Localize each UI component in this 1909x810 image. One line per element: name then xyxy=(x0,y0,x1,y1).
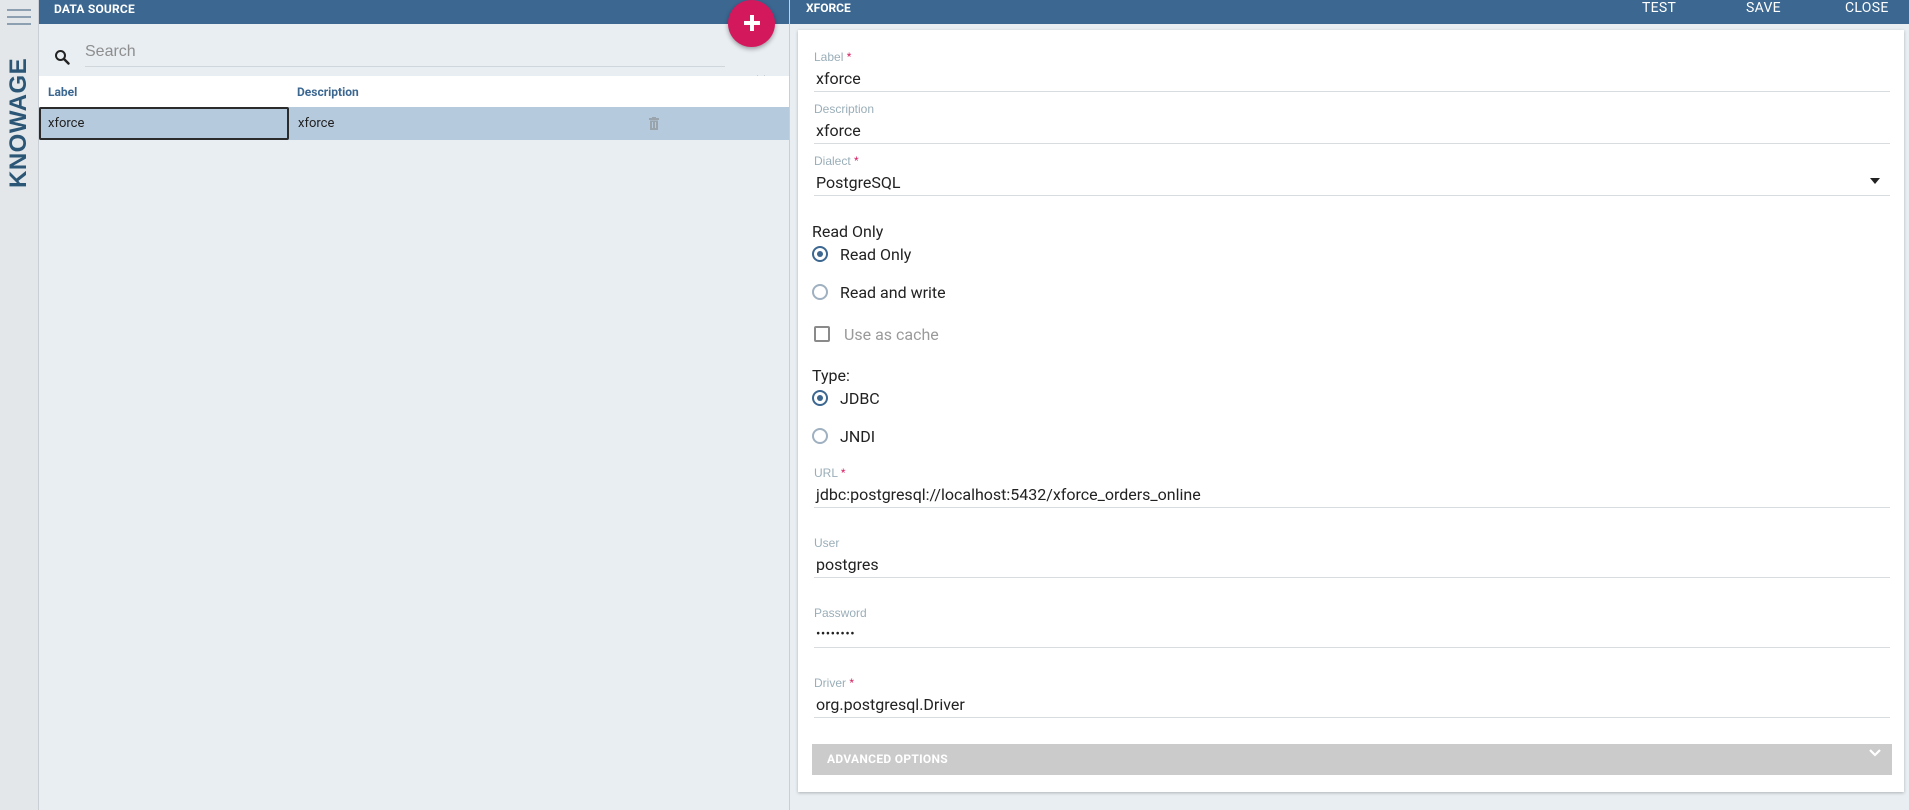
radio-read-and-write[interactable]: Read and write xyxy=(812,281,946,303)
use-as-cache-label: Use as cache xyxy=(844,324,939,344)
radio-read-only-label: Read Only xyxy=(840,244,912,264)
required-marker: * xyxy=(840,466,846,480)
search-input[interactable] xyxy=(85,38,725,67)
search-bar xyxy=(39,24,789,87)
radio-read-and-write-label: Read and write xyxy=(840,282,946,302)
chevron-down-icon[interactable] xyxy=(1870,178,1880,184)
data-source-detail-panel: XFORCE TEST SAVE CLOSE Label * xforce De… xyxy=(790,0,1909,810)
detail-toolbar: XFORCE TEST SAVE CLOSE xyxy=(790,0,1909,24)
trash-icon[interactable] xyxy=(649,117,659,130)
password-input[interactable]: •••••••• xyxy=(814,623,1890,648)
description-field-caption: Description xyxy=(814,102,875,116)
use-as-cache-checkbox[interactable]: Use as cache xyxy=(814,323,939,345)
radio-unchecked-icon[interactable] xyxy=(812,284,828,300)
advanced-options-toggle[interactable]: ADVANCED OPTIONS xyxy=(812,744,1892,775)
radio-jdbc-label: JDBC xyxy=(840,388,880,408)
dialect-select[interactable]: Dialect * PostgreSQL xyxy=(814,154,1890,196)
radio-checked-icon[interactable] xyxy=(812,246,828,262)
column-header-description[interactable]: Description xyxy=(289,76,359,107)
driver-field[interactable]: Driver * org.postgresql.Driver xyxy=(814,676,1890,718)
checkbox-unchecked-icon[interactable] xyxy=(814,326,830,342)
user-field-caption: User xyxy=(814,536,840,550)
type-section-title: Type: xyxy=(812,366,850,385)
chevron-down-icon[interactable] xyxy=(1868,748,1882,758)
read-only-section-title: Read Only xyxy=(812,222,884,241)
radio-jndi[interactable]: JNDI xyxy=(812,425,875,447)
hamburger-icon[interactable] xyxy=(7,9,31,27)
description-field[interactable]: Description xforce xyxy=(814,102,1890,144)
dialect-field-caption: Dialect xyxy=(814,154,851,168)
url-input[interactable]: jdbc:postgresql://localhost:5432/xforce_… xyxy=(814,483,1890,508)
required-marker: * xyxy=(849,676,855,690)
password-field[interactable]: Password •••••••• xyxy=(814,606,1890,648)
label-field-caption: Label xyxy=(814,50,844,64)
save-button[interactable]: SAVE xyxy=(1746,0,1781,16)
password-field-caption: Password xyxy=(814,606,867,620)
radio-checked-icon[interactable] xyxy=(812,390,828,406)
label-input[interactable]: xforce xyxy=(814,67,1890,92)
search-icon xyxy=(55,50,70,65)
dialect-selected-value[interactable]: PostgreSQL xyxy=(814,171,1890,196)
close-button[interactable]: CLOSE xyxy=(1845,0,1889,16)
table-header: Label Description xyxy=(39,76,789,107)
driver-field-caption: Driver xyxy=(814,676,846,690)
description-input[interactable]: xforce xyxy=(814,119,1890,144)
knowage-logo: KNOWAGE xyxy=(4,38,34,188)
data-source-list-panel: DATA SOURCE Label Description xforce xfo… xyxy=(39,0,789,810)
url-field[interactable]: URL * jdbc:postgresql://localhost:5432/x… xyxy=(814,466,1890,508)
user-field[interactable]: User postgres xyxy=(814,536,1890,578)
required-marker: * xyxy=(854,154,859,168)
table-row[interactable]: xforce xforce xyxy=(39,107,789,140)
url-field-caption: URL xyxy=(814,466,838,480)
radio-jdbc[interactable]: JDBC xyxy=(812,387,880,409)
radio-jndi-label: JNDI xyxy=(840,426,876,446)
radio-unchecked-icon[interactable] xyxy=(812,428,828,444)
radio-read-only[interactable]: Read Only xyxy=(812,243,911,265)
side-strip: KNOWAGE xyxy=(0,0,39,810)
detail-title: XFORCE xyxy=(806,1,851,15)
row-description-cell[interactable]: xforce xyxy=(289,107,334,140)
detail-form-card: Label * xforce Description xforce Dialec… xyxy=(798,30,1904,792)
user-input[interactable]: postgres xyxy=(814,553,1890,578)
label-field[interactable]: Label * xforce xyxy=(814,50,1890,92)
row-label-cell[interactable]: xforce xyxy=(39,107,289,140)
required-marker: * xyxy=(846,50,852,64)
data-source-table: Label Description xforce xforce xyxy=(39,76,789,140)
column-header-label[interactable]: Label xyxy=(39,76,289,107)
list-panel-title: DATA SOURCE xyxy=(39,0,789,24)
test-button[interactable]: TEST xyxy=(1642,0,1676,16)
driver-input[interactable]: org.postgresql.Driver xyxy=(814,693,1890,718)
advanced-options-label: ADVANCED OPTIONS xyxy=(827,752,948,766)
knowage-logo-text: KNOWAGE xyxy=(5,58,32,188)
